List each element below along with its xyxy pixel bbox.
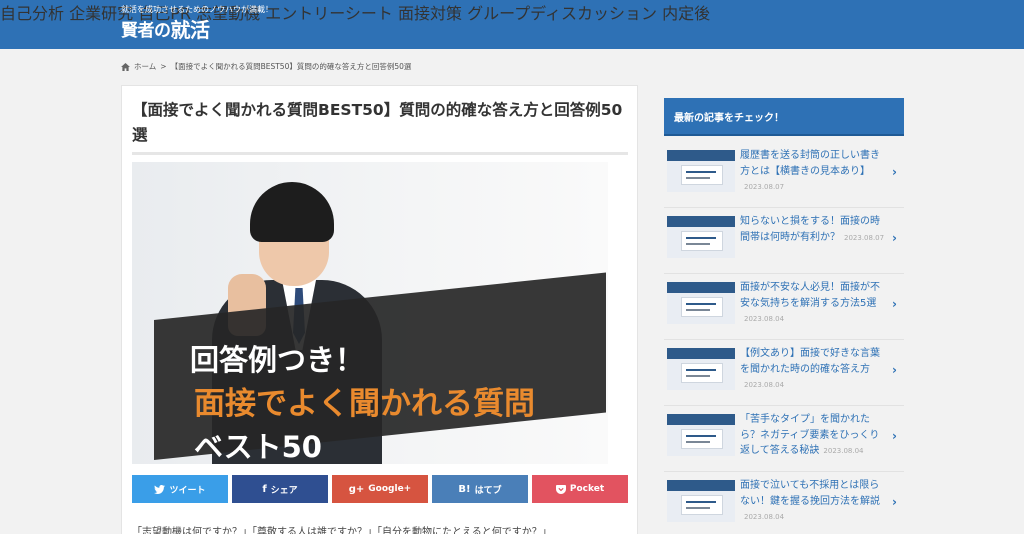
share-pocket-label: Pocket xyxy=(569,484,605,494)
sidebar-heading: 最新の記事をチェック！ xyxy=(664,98,904,134)
hero-line-3: ベスト50 xyxy=(194,430,322,464)
article-thumbnail xyxy=(667,348,735,390)
sidebar-article-date: 2023.08.04 xyxy=(744,513,785,521)
nav-entry-sheet[interactable]: エントリーシート xyxy=(265,4,393,23)
sidebar-article-date: 2023.08.04 xyxy=(744,381,785,389)
nav-mensetsu-taisaku[interactable]: 面接対策 xyxy=(398,4,462,23)
nav-naitei-go[interactable]: 内定後 xyxy=(662,4,710,23)
article-thumbnail xyxy=(667,216,735,258)
sidebar-article-title-text: 面接で泣いても不採用とは限らない！鍵を握る挽回方法を解説 xyxy=(740,480,880,507)
google-plus-icon: g+ xyxy=(348,483,365,495)
sidebar-article-item[interactable]: 履歴書を送る封筒の正しい書き方とは【横書きの見本あり】 2023.08.07 › xyxy=(664,142,904,208)
sidebar-article-item[interactable]: 面接で泣いても不採用とは限らない！鍵を握る挽回方法を解説 2023.08.04 › xyxy=(664,472,904,534)
title-divider xyxy=(132,152,628,155)
nav-jiko-bunseki[interactable]: 自己分析 xyxy=(0,4,64,23)
share-twitter-button[interactable]: ツイート xyxy=(132,475,228,503)
share-google-plus-button[interactable]: g+ Google+ xyxy=(332,475,428,503)
article-thumbnail xyxy=(667,414,735,456)
share-pocket-button[interactable]: Pocket xyxy=(532,475,628,503)
sidebar-article-title[interactable]: 面接で泣いても不採用とは限らない！鍵を握る挽回方法を解説 2023.08.04 xyxy=(740,478,886,526)
sidebar-article-date: 2023.08.07 xyxy=(744,183,785,191)
chevron-right-icon: › xyxy=(892,429,897,443)
breadcrumb-separator: > xyxy=(160,62,167,71)
sidebar-article-item[interactable]: 「苦手なタイプ」を聞かれたら？ネガティブ要素をひっくり返して答える秘訣 2023.… xyxy=(664,406,904,472)
home-icon xyxy=(121,62,130,71)
sidebar-article-title-text: 履歴書を送る封筒の正しい書き方とは【横書きの見本あり】 xyxy=(740,150,880,177)
sidebar-article-title[interactable]: 【例文あり】面接で好きな言葉を聞かれた時の的確な答え方 2023.08.04 xyxy=(740,346,886,394)
sidebar-article-date: 2023.08.07 xyxy=(844,233,885,242)
sidebar-article-item[interactable]: 面接が不安な人必見！面接が不安な気持ちを解消する方法5選 2023.08.04 › xyxy=(664,274,904,340)
share-buttons: ツイート f シェア g+ Google+ B! はてブ Pocket xyxy=(132,475,628,503)
sidebar-article-date: 2023.08.04 xyxy=(744,315,785,323)
chevron-right-icon: › xyxy=(892,495,897,509)
facebook-icon: f xyxy=(262,483,267,495)
article-intro: 「志望動機は何ですか？」「尊敬する人は誰ですか？」「自分を動物にたとえると何です… xyxy=(132,527,552,534)
share-facebook-label: シェア xyxy=(270,485,298,496)
logo-text-2: 就活 xyxy=(170,17,211,42)
hero-line-1: 回答例つき！ xyxy=(190,343,365,377)
article-card: 【面接でよく聞かれる質問BEST50】質問の的確な答え方と回答例50選 回答例つ… xyxy=(121,85,638,534)
sidebar-article-title[interactable]: 面接が不安な人必見！面接が不安な気持ちを解消する方法5選 2023.08.04 xyxy=(740,280,886,328)
hero-line-2: 面接でよく聞かれる質問 xyxy=(194,386,535,422)
breadcrumb: ホーム > 【面接でよく聞かれる質問BEST50】質問の的確な答え方と回答例50… xyxy=(121,61,411,72)
article-thumbnail xyxy=(667,150,735,192)
sidebar-article-title[interactable]: 知らないと損をする！面接の時間帯は何時が有利か？ 2023.08.07 xyxy=(740,214,886,246)
sidebar-article-item[interactable]: 【例文あり】面接で好きな言葉を聞かれた時の的確な答え方 2023.08.04 › xyxy=(664,340,904,406)
article-thumbnail xyxy=(667,480,735,522)
sidebar-article-item[interactable]: 知らないと損をする！面接の時間帯は何時が有利か？ 2023.08.07 › xyxy=(664,208,904,274)
twitter-icon xyxy=(154,484,166,494)
article-title: 【面接でよく聞かれる質問BEST50】質問の的確な答え方と回答例50選 xyxy=(132,101,623,144)
sidebar-article-title-text: 【例文あり】面接で好きな言葉を聞かれた時の的確な答え方 xyxy=(740,348,880,375)
chevron-right-icon: › xyxy=(892,297,897,311)
site-header: 就活を成功させるためのノウハウが満載！ 賢者の 就活 自己分析 企業研究 自己PR… xyxy=(0,0,1024,49)
logo-text-1: 賢者の xyxy=(121,20,171,41)
share-twitter-label: ツイート xyxy=(169,485,206,496)
share-facebook-button[interactable]: f シェア xyxy=(232,475,328,503)
chevron-right-icon: › xyxy=(892,231,897,245)
share-hatena-button[interactable]: B! はてブ xyxy=(432,475,528,503)
nav-group-discussion[interactable]: グループディスカッション xyxy=(467,4,657,23)
sidebar-article-date: 2023.08.04 xyxy=(823,447,864,455)
share-hatena-label: はてブ xyxy=(474,485,502,496)
breadcrumb-home[interactable]: ホーム xyxy=(134,61,156,72)
sidebar-article-title[interactable]: 履歴書を送る封筒の正しい書き方とは【横書きの見本あり】 2023.08.07 xyxy=(740,148,886,196)
hatena-icon: B! xyxy=(458,483,471,495)
breadcrumb-current: 【面接でよく聞かれる質問BEST50】質問の的確な答え方と回答例50選 xyxy=(170,62,412,71)
share-google-plus-label: Google+ xyxy=(368,484,412,494)
sidebar-article-title[interactable]: 「苦手なタイプ」を聞かれたら？ネガティブ要素をひっくり返して答える秘訣 2023.… xyxy=(740,412,886,460)
hero-image: 回答例つき！ 面接でよく聞かれる質問 ベスト50 xyxy=(132,162,608,464)
pocket-icon xyxy=(555,484,566,494)
chevron-right-icon: › xyxy=(892,165,897,179)
chevron-right-icon: › xyxy=(892,363,897,377)
site-logo[interactable]: 賢者の 就活 xyxy=(121,15,211,42)
sidebar-article-title-text: 面接が不安な人必見！面接が不安な気持ちを解消する方法5選 xyxy=(740,282,880,309)
article-thumbnail xyxy=(667,282,735,324)
hero-person-hair xyxy=(250,182,334,242)
sidebar-latest: 最新の記事をチェック！ 履歴書を送る封筒の正しい書き方とは【横書きの見本あり】 2… xyxy=(664,98,904,534)
